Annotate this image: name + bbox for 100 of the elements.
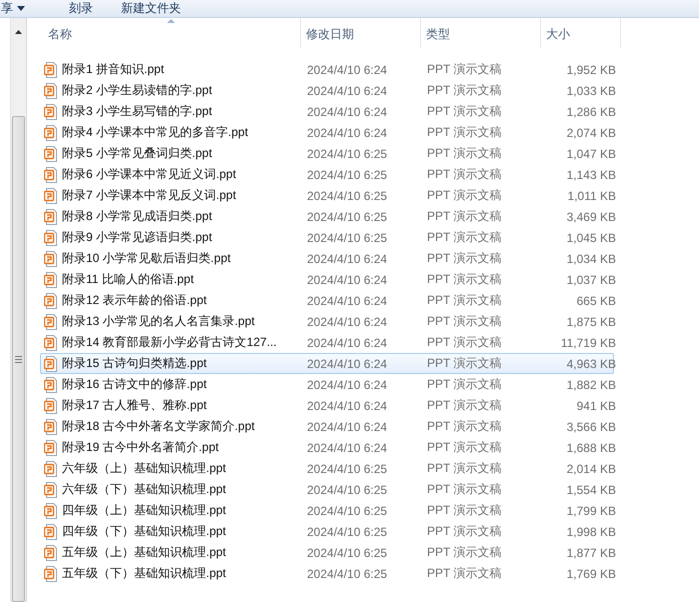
file-type: PPT 演示文稿 [426,397,502,414]
presentation-file-icon [44,272,58,288]
file-type: PPT 演示文稿 [426,418,502,435]
file-row[interactable]: 附录16 古诗文中的修辞.ppt 2024/4/10 6:24 PPT 演示文稿 1,882 KB [40,374,614,395]
file-row[interactable]: 附录9 小学常见谚语归类.ppt 2024/4/10 6:25 PPT 演示文稿 1,045 KB [40,227,614,248]
file-name: 附录8 小学常见成语归类.ppt [62,208,212,225]
presentation-file-icon [44,62,58,78]
file-row[interactable]: 五年级（下）基础知识梳理.ppt 2024/4/10 6:25 PPT 演示文稿 1,769 KB [40,563,614,584]
scrollbar-thumb[interactable] [12,116,25,602]
modified-date: 2024/4/10 6:24 [306,126,388,140]
column-header[interactable]: 修改日期 [301,18,421,48]
file-row[interactable]: 附录12 表示年龄的俗语.ppt 2024/4/10 6:24 PPT 演示文稿 665 KB [40,290,614,311]
file-name: 附录3 小学生易写错的字.ppt [62,103,212,120]
modified-date: 2024/4/10 6:24 [306,252,388,266]
file-row[interactable]: 附录10 小学常见歇后语归类.ppt 2024/4/10 6:24 PPT 演示文稿 1,034 KB [40,248,614,269]
file-type: PPT 演示文稿 [426,145,502,162]
presentation-file-icon [44,334,58,350]
file-row[interactable]: 六年级（下）基础知识梳理.ppt 2024/4/10 6:25 PPT 演示文稿 1,554 KB [40,479,614,500]
file-name: 附录16 古诗文中的修辞.ppt [62,376,207,393]
file-type: PPT 演示文稿 [426,481,502,498]
file-size: 1,011 KB [566,188,617,202]
modified-date: 2024/4/10 6:24 [306,294,388,308]
presentation-file-icon [44,566,58,582]
scroll-up-arrow-icon[interactable] [15,30,22,34]
file-size: 1,998 KB [566,524,617,538]
file-size: 1,882 KB [566,378,617,392]
file-type: PPT 演示文稿 [426,208,502,225]
file-row[interactable]: 附录4 小学课本中常见的多音字.ppt 2024/4/10 6:24 PPT 演示文稿 2,074 KB [40,122,614,143]
modified-date: 2024/4/10 6:25 [306,230,388,244]
file-row[interactable]: 附录7 小学课本中常见反义词.ppt 2024/4/10 6:25 PPT 演示文稿 1,011 KB [40,185,614,206]
modified-date: 2024/4/10 6:24 [306,272,388,286]
column-header[interactable]: 类型 [421,18,541,48]
modified-date: 2024/4/10 6:24 [306,440,388,454]
file-size: 3,566 KB [566,420,617,434]
file-type: PPT 演示文稿 [426,376,502,393]
presentation-file-icon [44,230,58,246]
file-name: 附录4 小学课本中常见的多音字.ppt [62,124,248,141]
modified-date: 2024/4/10 6:24 [306,62,388,76]
file-name: 附录5 小学常见叠词归类.ppt [62,145,212,162]
file-row[interactable]: 附录2 小学生易读错的字.ppt 2024/4/10 6:24 PPT 演示文稿 1,033 KB [40,80,614,101]
presentation-file-icon [44,482,58,498]
file-row[interactable]: 附录6 小学课本中常见近义词.ppt 2024/4/10 6:25 PPT 演示文稿 1,143 KB [40,164,614,185]
file-row[interactable]: 附录8 小学常见成语归类.ppt 2024/4/10 6:25 PPT 演示文稿 3,469 KB [40,206,614,227]
file-size: 1,143 KB [566,168,617,182]
modified-date: 2024/4/10 6:24 [306,314,388,328]
presentation-file-icon [44,82,58,98]
modified-date: 2024/4/10 6:25 [306,504,388,518]
presentation-file-icon [44,292,58,308]
column-header[interactable]: 大小 [541,18,621,48]
modified-date: 2024/4/10 6:24 [306,84,388,98]
file-size: 4,963 KB [566,356,617,370]
presentation-file-icon [44,502,58,518]
presentation-file-icon [44,314,58,330]
file-name: 附录15 古诗句归类精选.ppt [62,355,207,372]
toolbar-button[interactable]: 享 [1,1,25,15]
file-size: 2,074 KB [566,126,617,140]
file-size: 1,952 KB [566,62,617,76]
file-row[interactable]: 附录3 小学生易写错的字.ppt 2024/4/10 6:24 PPT 演示文稿 1,286 KB [40,101,614,122]
file-row[interactable]: 附录19 古今中外名著简介.ppt 2024/4/10 6:24 PPT 演示文稿 1,688 KB [40,437,614,458]
file-size: 941 KB [576,398,617,412]
presentation-file-icon [44,166,58,182]
file-row[interactable]: 五年级（上）基础知识梳理.ppt 2024/4/10 6:25 PPT 演示文稿 1,877 KB [40,542,614,563]
file-size: 1,047 KB [566,146,617,160]
file-row[interactable]: 附录11 比喻人的俗语.ppt 2024/4/10 6:24 PPT 演示文稿 1,037 KB [40,269,614,290]
toolbar-button[interactable]: 新建文件夹 [121,1,181,15]
file-row[interactable]: 附录1 拼音知识.ppt 2024/4/10 6:24 PPT 演示文稿 1,952 KB [40,59,614,80]
selected-file-row[interactable]: 附录15 古诗句归类精选.ppt 2024/4/10 6:24 PPT 演示文稿 4,963 KB [40,353,614,374]
scrollbar[interactable] [10,18,26,602]
file-size: 2,014 KB [566,462,617,476]
file-row[interactable]: 附录5 小学常见叠词归类.ppt 2024/4/10 6:25 PPT 演示文稿 1,047 KB [40,143,614,164]
file-type: PPT 演示文稿 [426,439,502,456]
file-type: PPT 演示文稿 [426,355,502,372]
presentation-file-icon [44,250,58,266]
presentation-file-icon [44,188,58,204]
file-name: 附录13 小学常见的名人名言集录.ppt [62,313,255,330]
dropdown-caret-icon [17,6,25,10]
file-name: 附录9 小学常见谚语归类.ppt [62,229,212,246]
file-name: 附录6 小学课本中常见近义词.ppt [62,166,236,183]
file-row[interactable]: 附录13 小学常见的名人名言集录.ppt 2024/4/10 6:24 PPT 演示文稿 1,875 KB [40,311,614,332]
file-row[interactable]: 四年级（上）基础知识梳理.ppt 2024/4/10 6:25 PPT 演示文稿 1,799 KB [40,500,614,521]
file-name: 附录7 小学课本中常见反义词.ppt [62,187,236,204]
file-row[interactable]: 附录17 古人雅号、雅称.ppt 2024/4/10 6:24 PPT 演示文稿 941 KB [40,395,614,416]
file-type: PPT 演示文稿 [426,334,502,351]
file-name: 附录10 小学常见歇后语归类.ppt [62,250,231,267]
file-type: PPT 演示文稿 [426,313,502,330]
file-row[interactable]: 四年级（下）基础知识梳理.ppt 2024/4/10 6:25 PPT 演示文稿 1,998 KB [40,521,614,542]
file-row[interactable]: 六年级（上）基础知识梳理.ppt 2024/4/10 6:25 PPT 演示文稿 2,014 KB [40,458,614,479]
file-name: 附录2 小学生易读错的字.ppt [62,82,212,99]
file-row[interactable]: 附录18 古今中外著名文学家简介.ppt 2024/4/10 6:24 PPT 演示文稿 3,566 KB [40,416,614,437]
modified-date: 2024/4/10 6:24 [306,104,388,118]
file-type: PPT 演示文稿 [426,61,502,78]
presentation-file-icon [44,524,58,540]
toolbar-button[interactable]: 刻录 [69,1,93,15]
file-size: 1,877 KB [566,546,617,560]
file-name: 五年级（上）基础知识梳理.ppt [62,544,226,561]
modified-date: 2024/4/10 6:24 [306,398,388,412]
modified-date: 2024/4/10 6:25 [306,524,388,538]
file-type: PPT 演示文稿 [426,544,502,561]
file-row[interactable]: 附录14 教育部最新小学必背古诗文127... 2024/4/10 6:24 PPT 演示文稿 11,719 KB [40,332,614,353]
file-name: 附录1 拼音知识.ppt [62,61,164,78]
